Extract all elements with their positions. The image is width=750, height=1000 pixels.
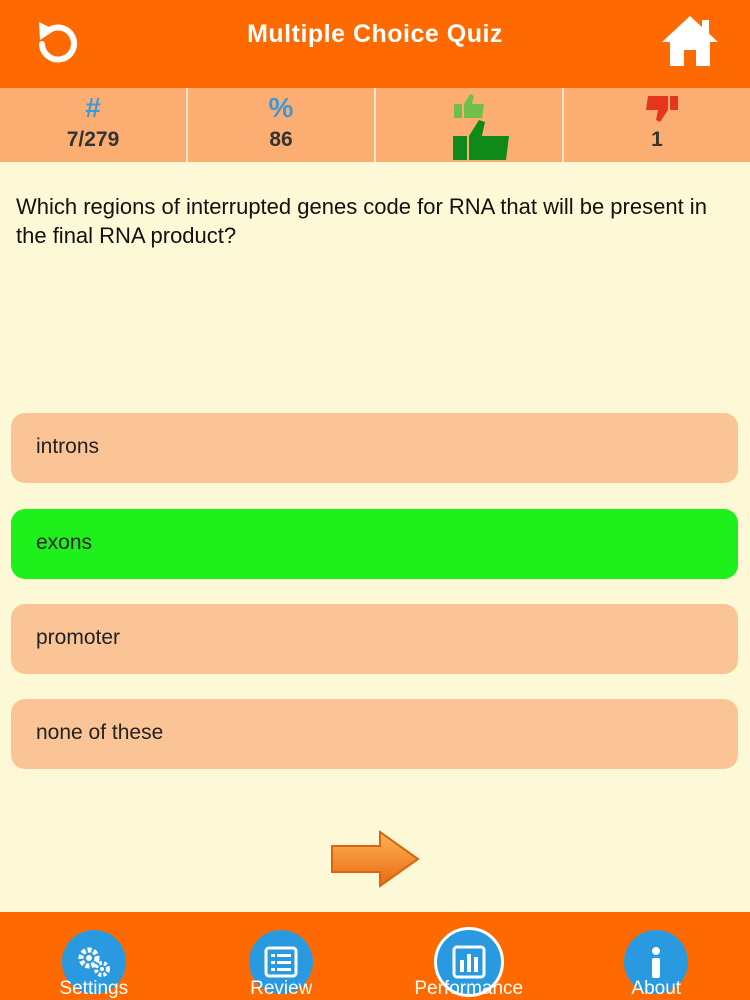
- percent-value: 86: [269, 128, 293, 151]
- nav-label: About: [631, 978, 682, 999]
- app-header: Multiple Choice Quiz: [0, 0, 750, 88]
- answer-label: promoter: [36, 626, 121, 649]
- answer-option-2[interactable]: exons: [11, 509, 738, 579]
- gears-icon: [78, 947, 110, 977]
- nav-review[interactable]: Review: [188, 912, 376, 1000]
- wrong-count: 1: [651, 128, 663, 151]
- nav-settings[interactable]: Settings: [0, 912, 188, 1000]
- answer-option-3[interactable]: promoter: [11, 604, 738, 674]
- page-title: Multiple Choice Quiz: [247, 20, 503, 48]
- nav-label: Settings: [59, 978, 129, 999]
- answer-option-4[interactable]: none of these: [11, 699, 738, 769]
- hash-icon: #: [85, 92, 101, 123]
- stat-percent: % 86: [188, 88, 376, 162]
- thumbs-up-icon: [454, 94, 484, 118]
- nav-label: Performance: [414, 978, 524, 999]
- nav-about[interactable]: About: [563, 912, 750, 1000]
- question-text: Which regions of interrupted genes code …: [16, 194, 707, 248]
- home-icon: [662, 16, 718, 66]
- arrow-right-icon[interactable]: [330, 830, 420, 888]
- list-icon: [264, 946, 298, 978]
- home-button[interactable]: [658, 12, 722, 72]
- answer-label: exons: [36, 531, 93, 554]
- nav-performance[interactable]: Performance: [375, 912, 563, 1000]
- answer-label: none of these: [36, 721, 164, 744]
- answer-label: introns: [36, 435, 100, 458]
- bottom-nav: Settings Review Performance About: [0, 912, 750, 1000]
- thumbs-down-icon: [646, 96, 678, 122]
- percent-icon: %: [268, 92, 294, 123]
- bar-chart-icon: [452, 945, 486, 979]
- stats-bar: # 7/279 % 86 1: [0, 88, 750, 162]
- correct-thumbs-up-icon: [453, 120, 509, 160]
- question-progress: 7/279: [66, 128, 120, 151]
- info-icon: [652, 947, 661, 978]
- nav-label: Review: [250, 978, 313, 999]
- stat-question-count: # 7/279: [0, 88, 188, 162]
- stat-wrong: 1: [564, 88, 750, 162]
- stat-correct: [376, 88, 564, 162]
- answer-option-1[interactable]: introns: [11, 413, 738, 483]
